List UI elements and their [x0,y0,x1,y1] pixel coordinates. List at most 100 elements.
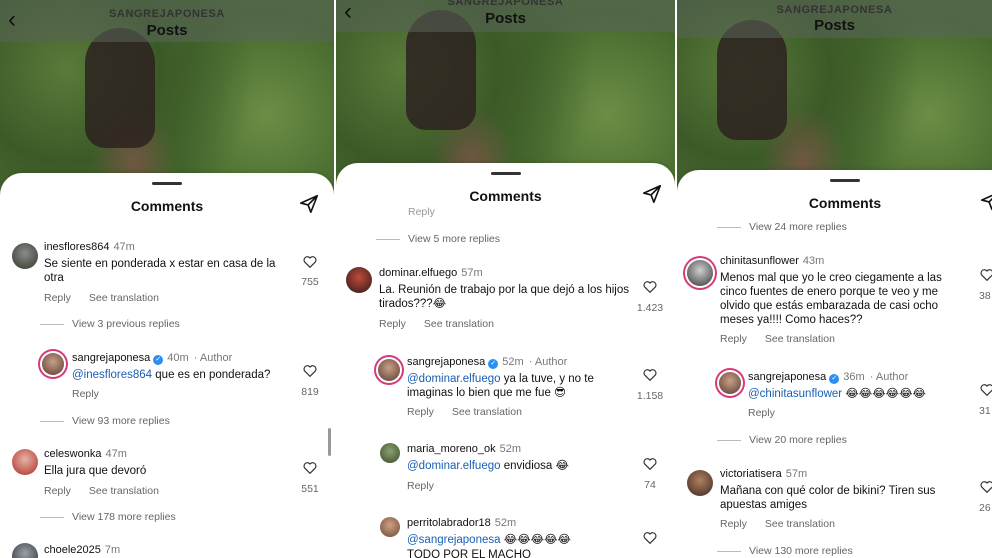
like-count: 74 [644,479,656,491]
comment-username[interactable]: dominar.elfuego 57m [379,267,483,279]
comment-username[interactable]: sangrejaponesa ✓ 52m · Author [407,356,567,369]
avatar[interactable] [12,449,38,475]
mention-link[interactable]: @sangrejaponesa [407,534,501,546]
heart-icon[interactable] [643,280,657,293]
see-translation-link[interactable]: See translation [765,333,835,345]
panel-2: ‹ SANGREJAPONESA Posts Comments Reply Vi… [336,0,675,558]
top-bar: ‹ SANGREJAPONESA Posts [336,0,675,32]
verified-icon: ✓ [153,355,164,365]
heart-icon[interactable] [303,461,317,474]
profile-username: SANGREJAPONESA [447,0,564,8]
send-icon[interactable] [979,190,992,212]
view-replies-link[interactable]: View 5 more replies [376,233,500,245]
see-translation-link[interactable]: See translation [89,485,159,497]
reply-button[interactable]: Reply [748,407,775,419]
reply-button[interactable]: Reply [72,388,99,400]
comment-actions: Reply [748,407,775,419]
like-count: 1.158 [636,390,664,402]
comments-sheet: Comments View 24 more replies chinitasun… [677,170,992,558]
scrollbar[interactable] [328,428,331,456]
comment-text: @sangrejaponesa 😂😂😂😂😂 [407,534,571,546]
mention-link[interactable]: @chinitasunflower [748,388,842,400]
see-translation-link[interactable]: See translation [424,318,494,330]
comment-username[interactable]: inesflores864 47m [44,241,135,253]
avatar[interactable] [378,359,400,381]
comments-sheet: Comments inesflores864 47m Se siente en p… [0,173,334,558]
comment-text: @dominar.elfuego envidiosa 😂 [407,460,569,472]
heart-icon[interactable] [643,531,657,544]
comment-text: Mañana con qué color de bikini? Tiren su… [720,485,936,511]
verified-icon: ✓ [829,374,840,384]
avatar[interactable] [12,543,38,558]
top-bar: ‹ SANGREJAPONESA Posts [0,0,334,42]
mention-link[interactable]: @inesflores864 [72,369,152,381]
reply-button[interactable]: Reply [407,406,434,418]
reply-button[interactable]: Reply [720,518,747,530]
see-translation-link[interactable]: See translation [765,518,835,530]
comment-username[interactable]: maria_moreno_ok 52m [407,443,521,455]
avatar[interactable] [687,470,713,496]
avatar[interactable] [719,372,741,394]
panel-3: SANGREJAPONESA Posts Comments View 24 mo… [677,0,992,558]
reply-button[interactable]: Reply [408,206,435,218]
comment-username[interactable]: victoriatisera 57m [720,468,807,480]
comment-actions: Reply See translation [720,518,835,530]
reply-button[interactable]: Reply [44,292,71,304]
see-translation-link[interactable]: See translation [89,292,159,304]
comments-title: Comments [469,188,542,204]
comment-actions: Reply See translation [44,485,159,497]
see-translation-link[interactable]: See translation [452,406,522,418]
comment-username[interactable]: perritolabrador18 52m [407,517,516,529]
comment-username[interactable]: sangrejaponesa ✓ 40m · Author [72,352,232,365]
page-title: Posts [814,17,855,34]
comment-username[interactable]: celeswonka 47m [44,448,127,460]
comment-actions: Reply See translation [407,406,522,418]
view-replies-link[interactable]: View 24 more replies [717,221,847,233]
send-icon[interactable] [298,193,320,215]
view-replies-link[interactable]: View 178 more replies [40,511,176,523]
comment-text: Se siente en ponderada x estar en casa d… [44,258,276,284]
reply-button[interactable]: Reply [720,333,747,345]
comment-username[interactable]: chinitasunflower 43m [720,255,824,267]
mention-link[interactable]: @dominar.elfuego [407,460,501,472]
send-icon[interactable] [641,183,663,205]
avatar[interactable] [12,243,38,269]
reply-button[interactable]: Reply [379,318,406,330]
avatar[interactable] [687,260,713,286]
comment-text-line-2: TODO POR EL MACHO [407,549,531,558]
comments-sheet: Comments Reply View 5 more replies domin… [336,163,675,558]
view-replies-link[interactable]: View 20 more replies [717,434,847,446]
heart-icon[interactable] [303,364,317,377]
heart-icon[interactable] [643,457,657,470]
avatar[interactable] [380,517,400,537]
heart-icon[interactable] [980,383,992,396]
heart-icon[interactable] [980,480,992,493]
drag-handle[interactable] [830,179,860,182]
reply-button[interactable]: Reply [407,480,434,492]
reply-button[interactable]: Reply [44,485,71,497]
comment-username[interactable]: choele2025 7m [44,544,120,556]
page-title: Posts [146,22,188,39]
comment-username[interactable]: sangrejaponesa ✓ 36m · Author [748,371,908,384]
view-replies-link[interactable]: View 93 more replies [40,415,170,427]
drag-handle[interactable] [490,172,521,175]
comment-actions: Reply See translation [44,292,159,304]
avatar[interactable] [42,353,64,375]
comment-text: @chinitasunflower 😂😂😂😂😂😂 [748,388,926,400]
comment-actions: Reply See translation [379,318,494,330]
avatar[interactable] [380,443,400,463]
avatar[interactable] [346,267,372,293]
like-count: 755 [301,276,319,288]
drag-handle[interactable] [152,182,182,185]
mention-link[interactable]: @dominar.elfuego [407,373,501,385]
heart-icon[interactable] [643,368,657,381]
heart-icon[interactable] [303,255,317,268]
divider [334,0,336,558]
view-replies-link[interactable]: View 130 more replies [717,545,853,557]
view-replies-link[interactable]: View 3 previous replies [40,318,180,330]
comments-title: Comments [808,195,882,211]
comment-actions: Reply [72,388,99,400]
like-count: 1.423 [636,302,664,314]
comment-text: @inesflores864 que es en ponderada? [72,369,271,381]
heart-icon[interactable] [980,268,992,281]
